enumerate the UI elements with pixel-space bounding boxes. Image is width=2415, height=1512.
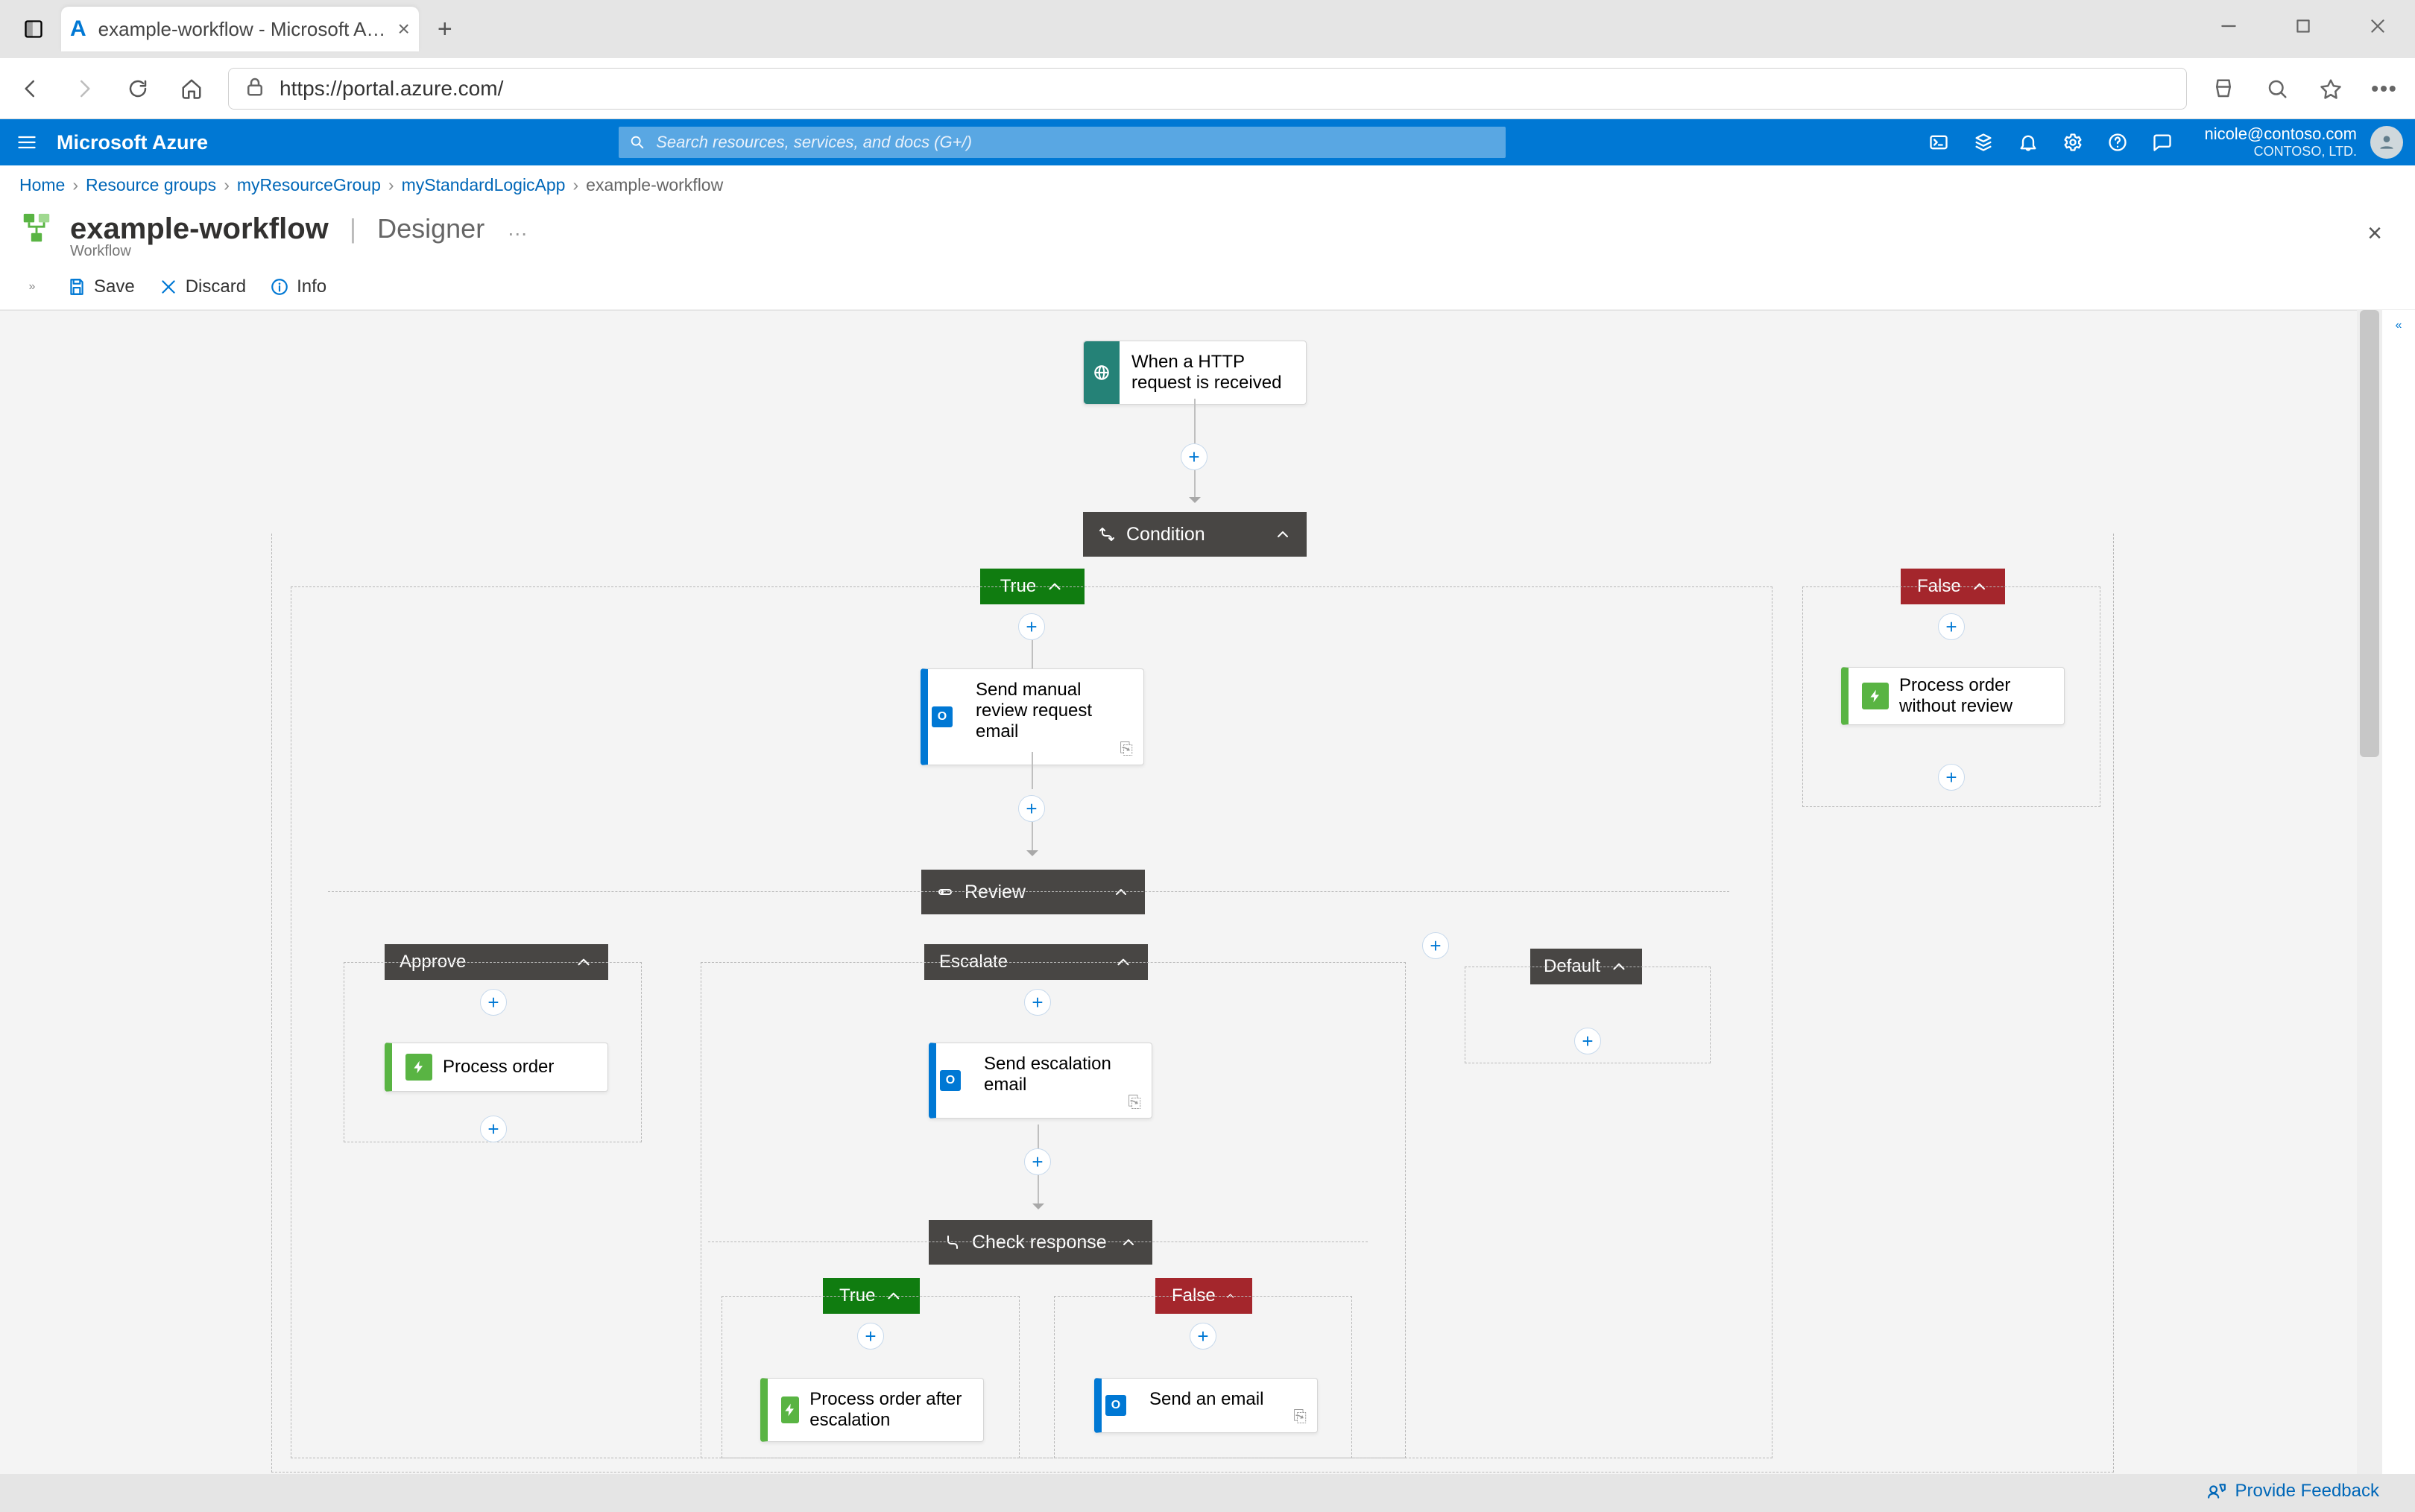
add-step-button[interactable]: + bbox=[1574, 1028, 1601, 1054]
connection-icon: ⎘ bbox=[1120, 739, 1133, 759]
new-tab-button[interactable]: + bbox=[426, 10, 464, 48]
chevron-up-icon[interactable] bbox=[1112, 883, 1130, 901]
tab-title: example-workflow - Microsoft A… bbox=[98, 18, 386, 41]
add-step-button[interactable]: + bbox=[1190, 1323, 1216, 1350]
trigger-card[interactable]: When a HTTP request is received bbox=[1083, 341, 1307, 405]
window-minimize-icon[interactable] bbox=[2191, 0, 2266, 52]
shopping-icon[interactable] bbox=[2206, 72, 2241, 106]
browser-tab[interactable]: A example-workflow - Microsoft A… × bbox=[61, 7, 419, 51]
account-info[interactable]: nicole@contoso.com CONTOSO, LTD. bbox=[2185, 124, 2366, 160]
send-escalation-email-card[interactable]: O Send escalation email ⎘ bbox=[929, 1043, 1152, 1119]
send-an-email-card[interactable]: O Send an email ⎘ bbox=[1094, 1378, 1318, 1433]
add-step-button[interactable]: + bbox=[480, 989, 507, 1016]
zoom-icon[interactable] bbox=[2260, 72, 2294, 106]
scrollbar-thumb[interactable] bbox=[2360, 310, 2379, 757]
browser-menu-icon[interactable]: ••• bbox=[2367, 72, 2402, 106]
info-button[interactable]: Info bbox=[270, 276, 326, 297]
chevron-up-icon[interactable] bbox=[1120, 1233, 1137, 1251]
window-maximize-icon[interactable] bbox=[2266, 0, 2340, 52]
blade-mode: Designer bbox=[377, 213, 484, 244]
portal-menu-button[interactable] bbox=[0, 119, 54, 165]
outlook-icon: O bbox=[1102, 1379, 1130, 1432]
connection-icon: ⎘ bbox=[1128, 1092, 1141, 1112]
save-button[interactable]: Save bbox=[67, 276, 135, 297]
portal-search-input[interactable] bbox=[656, 133, 1495, 152]
crumb-home[interactable]: Home bbox=[19, 175, 65, 195]
feedback-icon bbox=[2207, 1481, 2226, 1501]
function-icon bbox=[1862, 683, 1889, 709]
crumb-myresourcegroup[interactable]: myResourceGroup bbox=[237, 175, 381, 195]
portal-search[interactable] bbox=[619, 127, 1506, 158]
add-step-button[interactable]: + bbox=[1024, 1148, 1051, 1175]
process-order-card[interactable]: Process order bbox=[385, 1043, 608, 1092]
lock-icon bbox=[244, 75, 266, 101]
add-step-button[interactable]: + bbox=[1018, 795, 1045, 822]
add-step-button[interactable]: + bbox=[1938, 613, 1965, 640]
tab-close-icon[interactable]: × bbox=[397, 19, 409, 39]
directories-icon[interactable] bbox=[1961, 119, 2006, 165]
add-step-button[interactable]: + bbox=[1018, 613, 1045, 640]
avatar[interactable] bbox=[2370, 126, 2403, 159]
address-bar[interactable]: https://portal.azure.com/ bbox=[228, 68, 2187, 110]
crumb-app[interactable]: myStandardLogicApp bbox=[402, 175, 566, 195]
breadcrumb: Home› Resource groups› myResourceGroup› … bbox=[0, 165, 2415, 204]
outlook-icon: O bbox=[928, 669, 956, 765]
notifications-icon[interactable] bbox=[2006, 119, 2051, 165]
account-org: CONTOSO, LTD. bbox=[2254, 144, 2357, 160]
check-response-header[interactable]: Check response bbox=[929, 1220, 1152, 1265]
function-icon bbox=[405, 1054, 432, 1081]
nav-home-button[interactable] bbox=[174, 72, 209, 106]
feedback-top-icon[interactable] bbox=[2140, 119, 2185, 165]
add-case-button[interactable]: + bbox=[1422, 932, 1449, 959]
vertical-scrollbar[interactable] bbox=[2357, 310, 2382, 1474]
add-step-button[interactable]: + bbox=[1938, 764, 1965, 791]
workflow-icon bbox=[19, 212, 54, 246]
switch-review-header[interactable]: Review bbox=[921, 870, 1145, 914]
nav-forward-button bbox=[67, 72, 101, 106]
add-step-button[interactable]: + bbox=[480, 1116, 507, 1142]
switch-icon bbox=[936, 883, 954, 901]
help-icon[interactable] bbox=[2095, 119, 2140, 165]
add-step-button[interactable]: + bbox=[1181, 443, 1208, 470]
process-after-escalation-card[interactable]: Process order after escalation bbox=[760, 1378, 984, 1442]
account-email: nicole@contoso.com bbox=[2204, 124, 2357, 144]
nav-back-button[interactable] bbox=[13, 72, 48, 106]
process-without-review-card[interactable]: Process order without review bbox=[1841, 667, 2065, 725]
search-icon bbox=[629, 134, 645, 151]
http-trigger-icon bbox=[1084, 341, 1120, 404]
settings-icon[interactable] bbox=[2051, 119, 2095, 165]
collapse-panel-button[interactable]: « bbox=[2382, 310, 2415, 1474]
function-icon bbox=[781, 1396, 799, 1423]
add-step-button[interactable]: + bbox=[1024, 989, 1051, 1016]
nav-refresh-button[interactable] bbox=[121, 72, 155, 106]
portal-brand[interactable]: Microsoft Azure bbox=[57, 131, 208, 154]
designer-canvas[interactable]: When a HTTP request is received + Condit… bbox=[0, 310, 2357, 1474]
cloud-shell-icon[interactable] bbox=[1916, 119, 1961, 165]
branch-icon bbox=[944, 1233, 962, 1251]
favorites-icon[interactable] bbox=[2314, 72, 2348, 106]
app-menu-icon[interactable] bbox=[16, 12, 51, 46]
expand-menu-icon[interactable]: » bbox=[21, 280, 43, 294]
blade-subtitle: Workflow bbox=[0, 243, 2415, 260]
url-text: https://portal.azure.com/ bbox=[280, 77, 503, 101]
window-close-icon[interactable] bbox=[2340, 0, 2415, 52]
add-step-button[interactable]: + bbox=[857, 1323, 884, 1350]
provide-feedback-button[interactable]: Provide Feedback bbox=[2207, 1481, 2379, 1502]
crumb-current: example-workflow bbox=[586, 175, 723, 195]
crumb-resourcegroups[interactable]: Resource groups bbox=[86, 175, 216, 195]
azure-logo-icon: A bbox=[70, 16, 86, 42]
blade-title: example-workflow bbox=[70, 212, 329, 246]
send-review-email-card[interactable]: O Send manual review request email ⎘ bbox=[921, 668, 1144, 765]
discard-button[interactable]: Discard bbox=[159, 276, 246, 297]
blade-close-button[interactable]: × bbox=[2367, 219, 2382, 248]
connection-icon: ⎘ bbox=[1293, 1407, 1307, 1426]
blade-more-icon[interactable]: … bbox=[507, 217, 528, 241]
outlook-icon: O bbox=[936, 1043, 965, 1118]
